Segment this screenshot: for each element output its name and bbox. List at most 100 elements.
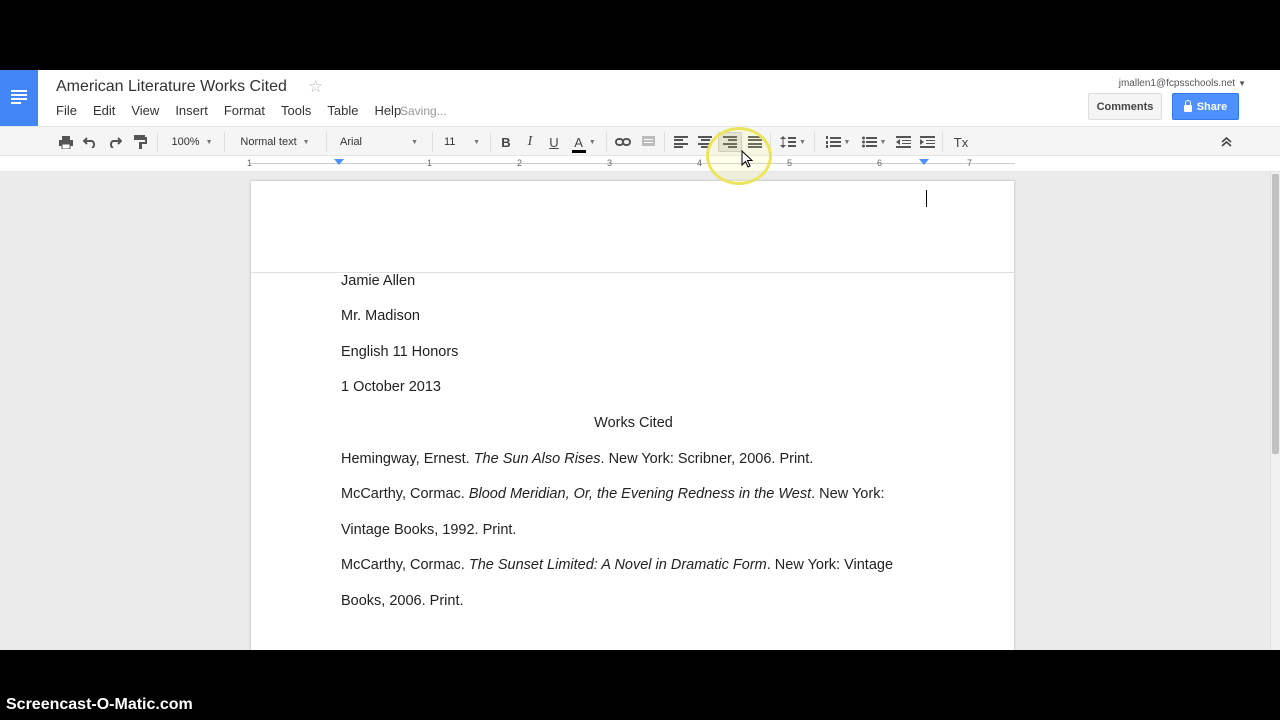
toolbar-separator [606, 132, 607, 152]
paragraph-style-select[interactable]: Normal text ▼ [230, 132, 320, 152]
share-label: Share [1196, 100, 1228, 113]
italic-button[interactable]: I [522, 132, 538, 152]
docs-app: American Literature Works Cited ☆ File E… [0, 70, 1280, 650]
click-highlight-ring [706, 127, 772, 185]
size-value: 11 [444, 136, 456, 148]
citation-publication: . New York: Scribner, 2006. Print. [600, 451, 814, 467]
chevron-down-icon: ▼ [588, 138, 596, 146]
toolbar-separator [490, 132, 491, 152]
numbered-list-icon[interactable]: ▼ [822, 132, 854, 152]
teacher-name: Mr. Madison [341, 308, 420, 324]
link-icon[interactable] [614, 132, 632, 152]
menu-file[interactable]: File [56, 103, 77, 118]
citation-entry: Hemingway, Ernest. The Sun Also Rises. N… [341, 451, 813, 467]
text-color-icon: A [572, 134, 586, 153]
share-button[interactable]: Share [1172, 93, 1239, 120]
citation-publication: . New York: Vintage [766, 557, 894, 573]
text-cursor [926, 190, 927, 207]
citation-title: Blood Meridian, Or, the Evening Redness … [468, 486, 812, 502]
ruler-track [250, 163, 1015, 164]
font-select[interactable]: Arial ▼ [334, 132, 424, 152]
vertical-scrollbar[interactable] [1270, 172, 1280, 650]
redo-icon[interactable] [107, 132, 123, 152]
decrease-indent-icon[interactable] [894, 132, 912, 152]
text-color-button[interactable]: A ▼ [570, 132, 600, 153]
underline-button[interactable]: U [546, 132, 562, 152]
account-email: jmallen1@fcpsschools.net [1118, 78, 1236, 89]
docs-logo-icon[interactable] [0, 70, 38, 126]
citation-publication: . New York: [811, 486, 885, 502]
chevron-down-icon: ▼ [302, 138, 310, 146]
letterbox-top [0, 0, 1280, 70]
save-status: Saving... [400, 104, 447, 118]
ruler-number: 7 [967, 158, 973, 168]
citation-author: McCarthy, Cormac. [341, 557, 469, 573]
bold-button[interactable]: B [498, 132, 514, 152]
ruler-number: 4 [697, 158, 703, 168]
font-size-select[interactable]: 11 ▼ [438, 132, 486, 152]
menu-insert[interactable]: Insert [175, 103, 208, 118]
menu-format[interactable]: Format [224, 103, 265, 118]
document-date: 1 October 2013 [341, 379, 441, 395]
document-canvas: Jamie Allen Mr. Madison English 11 Honor… [0, 172, 1270, 650]
chevron-down-icon: ▼ [1238, 79, 1246, 88]
chevron-down-icon: ▼ [205, 138, 213, 146]
bulleted-list-icon[interactable]: ▼ [858, 132, 890, 152]
zoom-value: 100% [171, 136, 200, 148]
toolbar-separator [814, 132, 815, 152]
chevron-down-icon: ▼ [473, 138, 480, 146]
chevron-down-icon: ▼ [843, 138, 851, 146]
menu-bar: File Edit View Insert Format Tools Table… [56, 103, 417, 118]
works-cited-heading: Works Cited [594, 415, 673, 431]
toolbar-separator [432, 132, 433, 152]
citation-entry: McCarthy, Cormac. The Sunset Limited: A … [341, 557, 893, 573]
citation-title: The Sunset Limited: A Novel in Dramatic … [468, 557, 767, 573]
scrollbar-thumb[interactable] [1272, 174, 1279, 454]
star-icon[interactable]: ☆ [308, 77, 323, 97]
comments-button[interactable]: Comments [1088, 93, 1162, 120]
clear-formatting-button[interactable]: Tx [952, 132, 970, 152]
menu-help[interactable]: Help [374, 103, 401, 118]
ruler-number: 1 [247, 158, 253, 168]
document-page[interactable]: Jamie Allen Mr. Madison English 11 Honor… [250, 180, 1016, 650]
right-indent-marker[interactable] [919, 159, 929, 165]
menu-table[interactable]: Table [327, 103, 358, 118]
ruler-number: 6 [877, 158, 883, 168]
citation-author: Hemingway, Ernest. [341, 451, 474, 467]
undo-icon[interactable] [82, 132, 98, 152]
formatting-toolbar: 100% ▼ Normal text ▼ Arial ▼ 11 ▼ B I U A ▼ [0, 126, 1280, 156]
course-name: English 11 Honors [341, 344, 459, 360]
toolbar-separator [157, 132, 158, 152]
toolbar-separator [664, 132, 665, 152]
citation-author: McCarthy, Cormac. [341, 486, 469, 502]
document-title[interactable]: American Literature Works Cited [56, 78, 287, 96]
chevron-down-icon: ▼ [411, 138, 418, 146]
ruler-number: 5 [787, 158, 793, 168]
collapse-toolbar-icon[interactable] [1218, 132, 1234, 152]
left-indent-marker[interactable] [334, 159, 344, 165]
menu-tools[interactable]: Tools [281, 103, 311, 118]
toolbar-separator [326, 132, 327, 152]
paint-format-icon[interactable] [132, 132, 148, 152]
line-spacing-icon[interactable]: ▼ [778, 132, 808, 152]
lock-icon [1183, 99, 1192, 112]
app-header: American Literature Works Cited ☆ File E… [0, 70, 1280, 126]
print-icon[interactable] [58, 132, 74, 152]
ruler-number: 3 [607, 158, 613, 168]
increase-indent-icon[interactable] [918, 132, 936, 152]
ruler: 1 1 2 3 4 5 6 7 [0, 156, 1280, 172]
menu-edit[interactable]: Edit [93, 103, 115, 118]
ruler-number: 2 [517, 158, 523, 168]
account-menu[interactable]: jmallen1@fcpsschools.net ▼ [1119, 78, 1246, 89]
menu-view[interactable]: View [131, 103, 159, 118]
toolbar-separator [224, 132, 225, 152]
citation-continuation: Vintage Books, 1992. Print. [341, 522, 517, 538]
recorder-watermark: Screencast-O-Matic.com [6, 696, 193, 713]
chevron-down-icon: ▼ [799, 138, 806, 146]
citation-continuation: Books, 2006. Print. [341, 593, 464, 609]
zoom-select[interactable]: 100% ▼ [164, 132, 220, 152]
style-value: Normal text [240, 136, 297, 148]
toolbar-separator [942, 132, 943, 152]
align-left-icon[interactable] [672, 132, 690, 152]
comment-icon[interactable] [640, 132, 656, 152]
